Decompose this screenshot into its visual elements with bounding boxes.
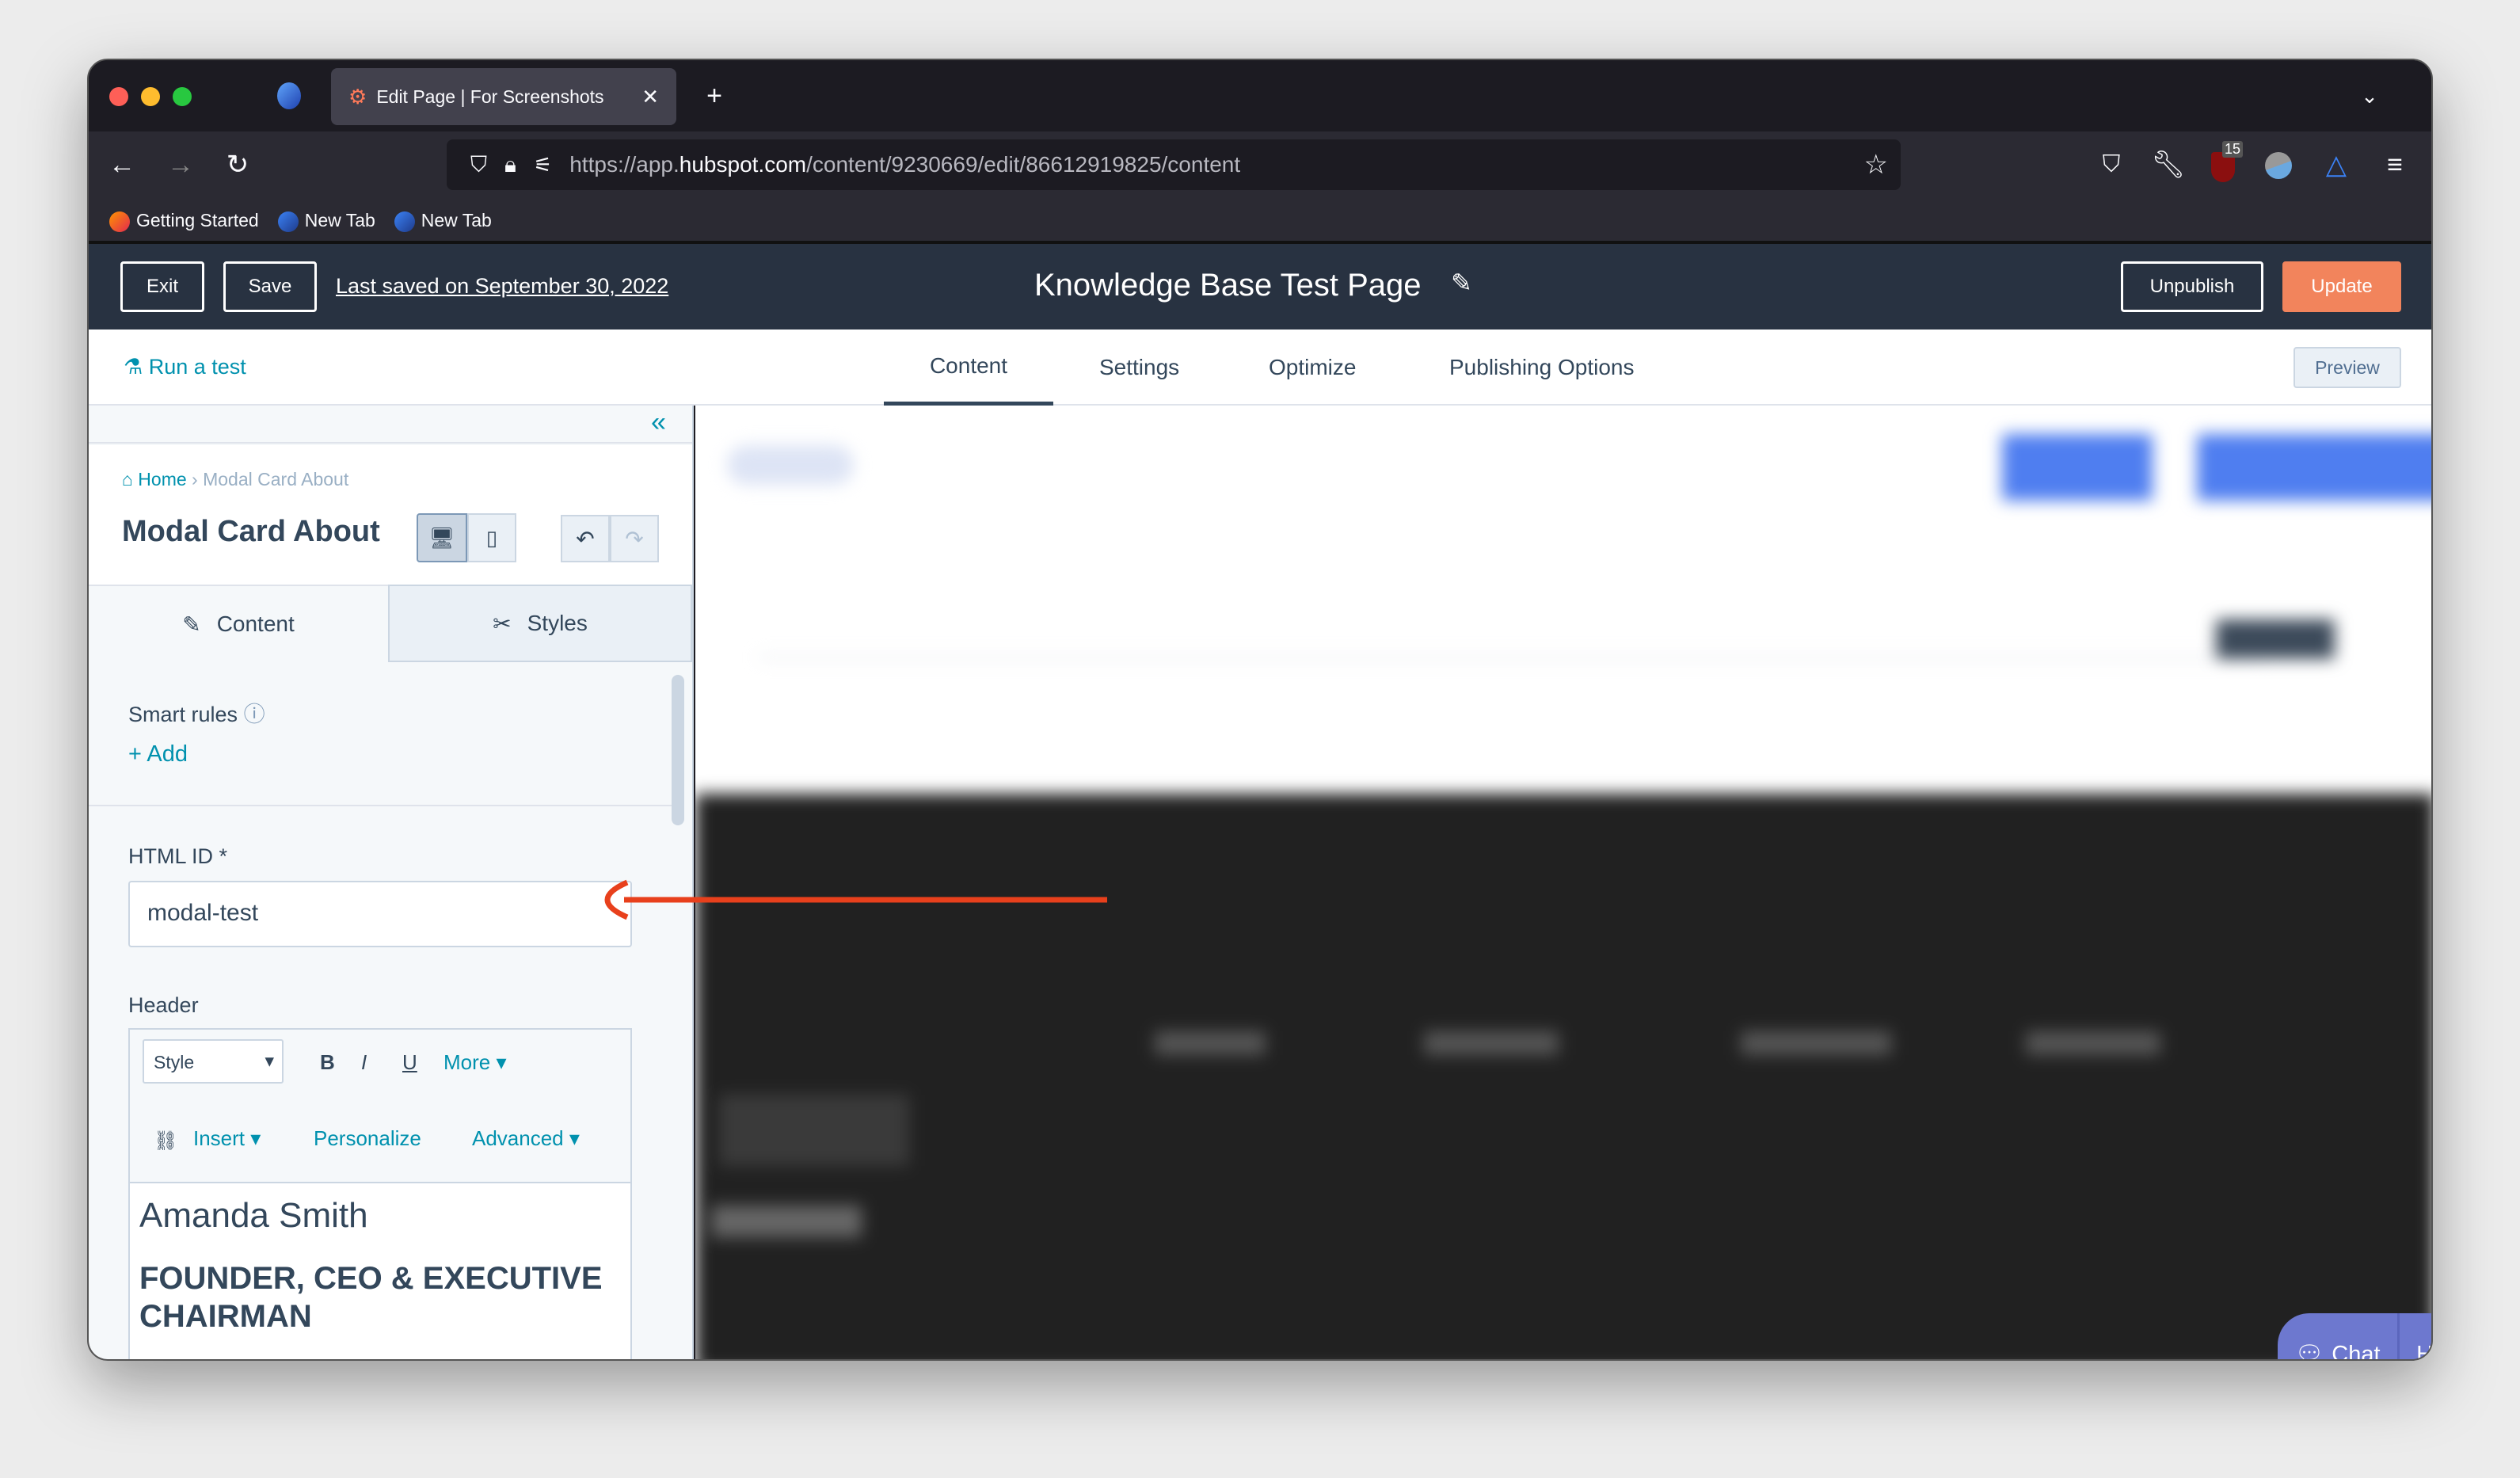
style-select[interactable]: Style ▾ (143, 1039, 284, 1084)
editor-toolbar: Style ▾ B I U More ▾ ⛓ Insert ▾ Personali… (130, 1030, 630, 1183)
lock-icon[interactable]: 🔒︎ (504, 152, 516, 178)
preview-button[interactable]: Preview (2294, 347, 2401, 388)
pocket-icon[interactable]: ⛉ (2094, 147, 2129, 182)
redo-button[interactable]: ↷ (610, 515, 659, 562)
html-id-input[interactable]: modal-test (128, 881, 632, 947)
wrench-icon[interactable]: 🔧︎ (2151, 147, 2186, 182)
bookmark-new-tab[interactable]: New Tab (394, 210, 492, 232)
mobile-view-button[interactable]: ▯ (467, 513, 516, 562)
home-icon: ⌂ (122, 469, 139, 489)
italic-button[interactable]: I (361, 1050, 367, 1075)
close-window-button[interactable] (109, 87, 128, 106)
chat-button[interactable]: 💬︎ Chat (2278, 1313, 2400, 1361)
save-button[interactable]: Save (223, 261, 317, 312)
help-button[interactable]: Help (2400, 1342, 2431, 1360)
minimize-window-button[interactable] (141, 87, 160, 106)
firefox-view-icon[interactable] (277, 82, 301, 109)
panel-scrollbar[interactable] (672, 675, 684, 825)
update-button[interactable]: Update (2282, 261, 2401, 312)
tab-settings[interactable]: Settings (1099, 330, 1179, 406)
editor-subheading[interactable]: FOUNDER, CEO & EXECUTIVE CHAIRMAN (139, 1259, 615, 1335)
bookmark-getting-started[interactable]: Getting Started (109, 210, 259, 232)
rich-text-editor: Style ▾ B I U More ▾ ⛓ Insert ▾ Personali… (128, 1028, 632, 1359)
underline-button[interactable]: U (402, 1050, 417, 1075)
link-icon[interactable]: ⛓ (154, 1129, 177, 1152)
desktop-view-button[interactable]: 🖥︎ (417, 513, 467, 562)
page-title[interactable]: Knowledge Base Test Page (1034, 268, 1422, 303)
undo-button[interactable]: ↶ (561, 515, 610, 562)
bookmarks-bar: Getting Started New Tab New Tab (89, 201, 2431, 241)
nav-bar: ← → ↻ ⛉ 🔒︎ ⚟ https://app.hubspot.com/con… (89, 131, 2431, 201)
run-test-link[interactable]: ⚗ Run a test (124, 355, 246, 379)
add-smart-rule-button[interactable]: + Add (128, 741, 188, 768)
breadcrumb: ⌂ Home › Modal Card About (122, 469, 349, 489)
breadcrumb-home[interactable]: Home (138, 469, 186, 489)
styles-icon: ✂ (493, 611, 512, 636)
panel-tab-content[interactable]: ✎ Content (89, 585, 388, 662)
forward-icon[interactable]: → (163, 147, 198, 182)
axe-icon[interactable]: △ (2319, 147, 2354, 182)
tab-bar: ⚙ Edit Page | For Screenshots ✕ + ⌄ (89, 60, 2431, 131)
extension-badge: 15 (2222, 141, 2244, 158)
html-id-label: HTML ID * (128, 844, 228, 868)
insert-dropdown[interactable]: Insert ▾ (193, 1126, 261, 1151)
chat-bubble-icon: 💬︎ (2294, 1342, 2324, 1361)
info-icon[interactable]: ⓘ (244, 703, 265, 726)
back-icon[interactable]: ← (105, 147, 139, 182)
menu-icon[interactable]: ≡ (2377, 147, 2412, 182)
annotation-arrow (604, 879, 1107, 920)
maximize-window-button[interactable] (173, 87, 192, 106)
breadcrumb-current: Modal Card About (203, 469, 349, 489)
extension-icon[interactable] (2265, 152, 2292, 179)
tab-title: Edit Page | For Screenshots (376, 86, 604, 107)
collapse-panel-icon[interactable]: « (651, 407, 666, 438)
pencil-icon[interactable]: ✎ (1451, 268, 1472, 298)
hubspot-icon: ⚙ (348, 84, 367, 109)
smart-rules-label: Smart rules ⓘ (128, 703, 265, 726)
unpublish-button[interactable]: Unpublish (2121, 261, 2263, 312)
advanced-dropdown[interactable]: Advanced ▾ (472, 1126, 580, 1151)
bold-button[interactable]: B (320, 1050, 335, 1075)
browser-tab[interactable]: ⚙ Edit Page | For Screenshots ✕ (331, 68, 676, 125)
new-tab-icon[interactable]: + (699, 78, 730, 114)
chat-widget[interactable]: 💬︎Chat Help (2278, 1313, 2431, 1361)
pencil-icon: ✎ (182, 611, 201, 637)
last-saved-link[interactable]: Last saved on September 30, 2022 (336, 274, 668, 299)
exit-button[interactable]: Exit (120, 261, 204, 312)
chevron-down-icon[interactable]: ⌄ (2354, 78, 2385, 114)
browser-window: ⚙ Edit Page | For Screenshots ✕ + ⌄ ← → … (87, 59, 2433, 1361)
personalize-button[interactable]: Personalize (314, 1126, 421, 1151)
bookmark-new-tab[interactable]: New Tab (277, 210, 375, 232)
tab-optimize[interactable]: Optimize (1269, 330, 1356, 406)
reload-icon[interactable]: ↻ (220, 147, 255, 182)
firefox-icon (109, 211, 130, 232)
more-dropdown[interactable]: More ▾ (443, 1050, 507, 1075)
plus-icon: + (128, 741, 147, 767)
firefox-icon (277, 211, 299, 232)
firefox-icon (394, 211, 415, 232)
shield-icon[interactable]: ⛉ (470, 152, 487, 178)
url-text: https://app.hubspot.com/content/9230669/… (569, 152, 1241, 177)
tab-publishing-options[interactable]: Publishing Options (1449, 330, 1634, 406)
header-label: Header (128, 993, 199, 1017)
bookmark-star-icon[interactable]: ☆ (1864, 149, 1888, 181)
url-bar[interactable]: ⛉ 🔒︎ ⚟ https://app.hubspot.com/content/9… (447, 139, 1901, 190)
panel-tab-styles[interactable]: ✂ Styles (388, 585, 692, 662)
editor-header: Exit Save Last saved on September 30, 20… (89, 241, 2431, 330)
close-tab-icon[interactable]: ✕ (641, 85, 659, 109)
module-title: Modal Card About (122, 515, 380, 548)
flask-icon: ⚗ (124, 355, 149, 379)
permissions-icon[interactable]: ⚟ (534, 153, 552, 177)
tab-content[interactable]: Content (884, 330, 1053, 406)
editor-heading[interactable]: Amanda Smith (139, 1196, 368, 1236)
caret-down-icon: ▾ (265, 1050, 274, 1071)
editor-subnav: ⚗ Run a test Content Settings Optimize P… (89, 330, 2431, 406)
